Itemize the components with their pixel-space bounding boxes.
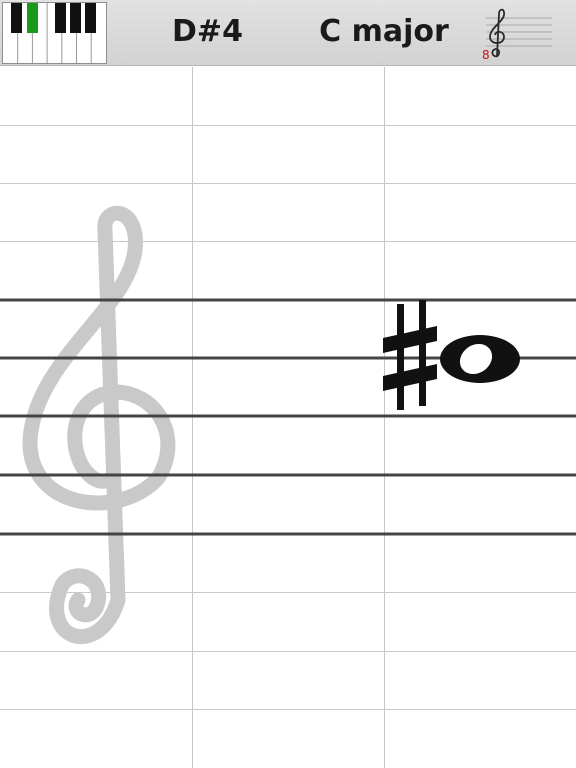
top-bar: D#4 C major 8 [0,0,576,66]
treble-clef-icon [486,8,552,58]
clef-selector-button[interactable] [478,4,556,62]
current-note-label[interactable]: D#4 [150,12,265,52]
sharp-accidental-icon [383,300,437,410]
staff-canvas [0,67,576,768]
staff-area[interactable] [0,67,576,768]
octave-marker: 8 [482,48,490,62]
piano-keyboard-icon [3,3,106,63]
piano-keyboard-button[interactable] [2,2,107,64]
treble-clef-watermark-icon [22,205,176,645]
whole-note[interactable] [440,335,520,383]
key-signature-label[interactable]: C major [303,12,465,52]
